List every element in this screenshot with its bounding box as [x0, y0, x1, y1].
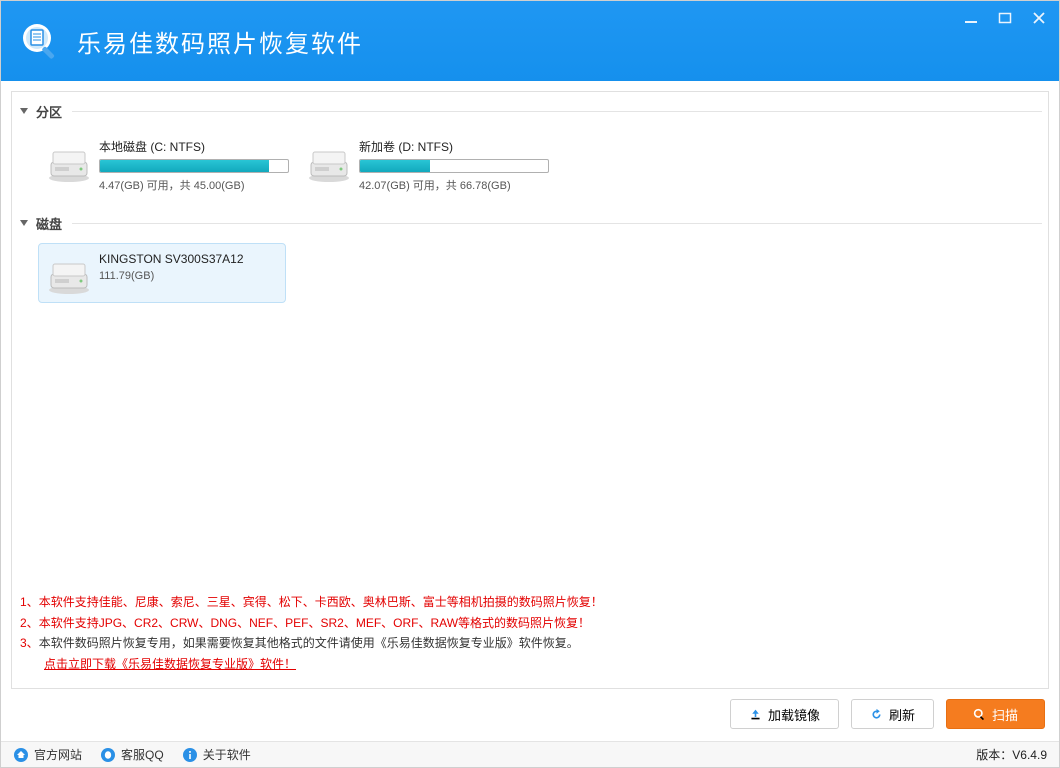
disk-item[interactable]: KINGSTON SV300S37A12 111.79(GB)	[38, 243, 286, 303]
load-image-button[interactable]: 加载镜像	[730, 699, 839, 729]
app-window: 乐易佳数码照片恢复软件 分区	[0, 0, 1060, 768]
refresh-button[interactable]: 刷新	[851, 699, 934, 729]
drive-name: 新加卷 (D: NTFS)	[359, 138, 549, 155]
note-line: 3、 本软件数码照片恢复专用，如果需要恢复其他格式的文件请使用《乐易佳数据恢复专…	[20, 633, 1040, 653]
drive-name: 本地磁盘 (C: NTFS)	[99, 138, 289, 155]
search-icon	[973, 708, 986, 721]
partition-section: 分区 本地磁盘 (C: NTFS) 4.47(GB) 可用，共 45.00(GB…	[18, 100, 1042, 210]
note-text: 本软件支持佳能、尼康、索尼、三星、宾得、松下、卡西欧、奥林巴斯、富士等相机拍摄的…	[39, 592, 603, 612]
usage-bar	[99, 159, 289, 173]
drive-status: 4.47(GB) 可用，共 45.00(GB)	[99, 177, 289, 193]
note-line: 1、 本软件支持佳能、尼康、索尼、三星、宾得、松下、卡西欧、奥林巴斯、富士等相机…	[20, 592, 1040, 612]
partition-section-header[interactable]: 分区	[18, 100, 1042, 127]
drive-icon	[307, 148, 351, 184]
official-site-link[interactable]: 官方网站	[13, 746, 82, 763]
refresh-icon	[870, 708, 883, 721]
minimize-button[interactable]	[959, 9, 983, 27]
window-controls	[959, 9, 1051, 27]
note-text: 本软件数码照片恢复专用，如果需要恢复其他格式的文件请使用《乐易佳数据恢复专业版》…	[39, 633, 579, 653]
action-bar: 加载镜像 刷新 扫描	[11, 689, 1049, 741]
app-title: 乐易佳数码照片恢复软件	[77, 24, 363, 59]
partition-section-title: 分区	[36, 102, 62, 121]
button-label: 刷新	[889, 705, 915, 724]
button-label: 扫描	[992, 705, 1018, 724]
statusbar-label: 关于软件	[203, 746, 251, 763]
statusbar-label: 客服QQ	[121, 746, 164, 763]
collapse-icon	[20, 108, 28, 116]
scan-button[interactable]: 扫描	[946, 699, 1045, 729]
drive-icon	[47, 148, 91, 184]
partition-list: 本地磁盘 (C: NTFS) 4.47(GB) 可用，共 45.00(GB) 新…	[18, 127, 1042, 210]
maximize-button[interactable]	[993, 9, 1017, 27]
disk-section-header[interactable]: 磁盘	[18, 212, 1042, 239]
drive-icon	[47, 260, 91, 296]
title-bar: 乐易佳数码照片恢复软件	[1, 1, 1059, 81]
note-text: 本软件支持JPG、CR2、CRW、DNG、NEF、PEF、SR2、MEF、ORF…	[39, 613, 590, 633]
qq-icon	[100, 747, 116, 763]
status-bar: 官方网站 客服QQ 关于软件 版本：V6.4.9	[1, 741, 1059, 767]
button-label: 加载镜像	[768, 705, 820, 724]
usage-bar	[359, 159, 549, 173]
content-area: 分区 本地磁盘 (C: NTFS) 4.47(GB) 可用，共 45.00(GB…	[1, 81, 1059, 741]
customer-qq-link[interactable]: 客服QQ	[100, 746, 164, 763]
statusbar-label: 官方网站	[34, 746, 82, 763]
app-logo-icon	[17, 18, 63, 64]
disk-section-title: 磁盘	[36, 214, 62, 233]
note-line: 2、 本软件支持JPG、CR2、CRW、DNG、NEF、PEF、SR2、MEF、…	[20, 613, 1040, 633]
download-link[interactable]: 点击立即下载《乐易佳数据恢复专业版》软件！	[44, 654, 296, 674]
partition-item[interactable]: 新加卷 (D: NTFS) 42.07(GB) 可用，共 66.78(GB)	[298, 131, 546, 200]
notes-area: 1、 本软件支持佳能、尼康、索尼、三星、宾得、松下、卡西欧、奥林巴斯、富士等相机…	[18, 584, 1042, 678]
close-button[interactable]	[1027, 9, 1051, 27]
disk-name: KINGSTON SV300S37A12	[99, 252, 277, 266]
collapse-icon	[20, 220, 28, 228]
version-label: 版本：V6.4.9	[976, 746, 1047, 763]
disk-size: 111.79(GB)	[99, 270, 277, 282]
info-icon	[182, 747, 198, 763]
disk-list: KINGSTON SV300S37A12 111.79(GB)	[18, 239, 1042, 313]
home-icon	[13, 747, 29, 763]
disk-section: 磁盘 KINGSTON SV300S37A12 111.79(GB)	[18, 212, 1042, 313]
device-list: 分区 本地磁盘 (C: NTFS) 4.47(GB) 可用，共 45.00(GB…	[18, 98, 1042, 584]
drive-status: 42.07(GB) 可用，共 66.78(GB)	[359, 177, 549, 193]
partition-item[interactable]: 本地磁盘 (C: NTFS) 4.47(GB) 可用，共 45.00(GB)	[38, 131, 286, 200]
upload-icon	[749, 708, 762, 721]
device-panel: 分区 本地磁盘 (C: NTFS) 4.47(GB) 可用，共 45.00(GB…	[11, 91, 1049, 689]
about-link[interactable]: 关于软件	[182, 746, 251, 763]
